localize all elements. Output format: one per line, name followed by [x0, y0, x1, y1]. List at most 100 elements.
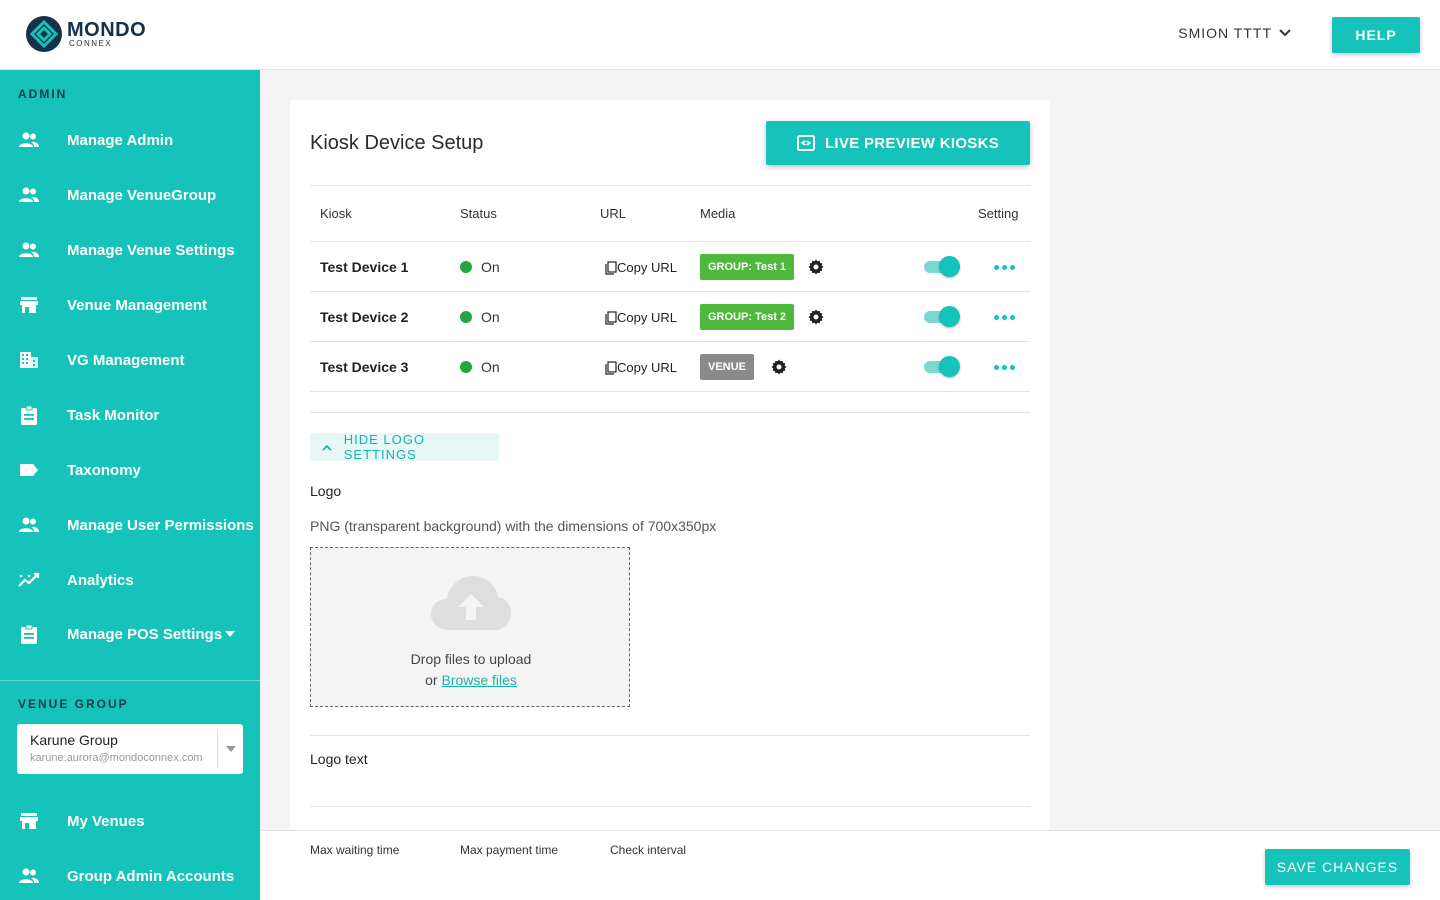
drop-files-text: Drop files to upload	[410, 651, 532, 667]
more-options-icon[interactable]	[994, 265, 1018, 270]
logo-label: Logo	[310, 483, 342, 499]
preview-eye-icon	[796, 135, 815, 151]
copy-url-link[interactable]: Copy URL	[605, 260, 677, 275]
people-icon	[18, 865, 40, 887]
media-badge[interactable]: GROUP: Test 2	[700, 304, 795, 330]
more-options-icon[interactable]	[994, 315, 1018, 320]
top-header: MONDO CONNEX SMION TTTT HELP	[0, 0, 1440, 70]
sidebar-item-analytics[interactable]: Analytics	[0, 560, 260, 600]
copy-icon	[605, 310, 617, 325]
col-header-setting: Setting	[978, 206, 1019, 221]
sidebar-item-vg-management[interactable]: VG Management	[0, 340, 260, 380]
media-badge[interactable]: GROUP: Test 1	[700, 254, 795, 280]
people-icon	[18, 129, 40, 151]
logo-dropzone[interactable]: Drop files to upload or Browse files	[310, 547, 630, 707]
table-row: Test Device 2 On Copy URL GROUP: Test 2	[310, 292, 1030, 342]
people-icon	[18, 514, 40, 536]
sidebar-item-label: Venue Management	[67, 296, 208, 314]
live-preview-kiosks-button[interactable]: LIVE PREVIEW KIOSKS	[766, 121, 1030, 165]
gear-icon[interactable]	[771, 359, 787, 375]
sidebar-item-manage-admin[interactable]: Manage Admin	[0, 120, 260, 160]
col-header-url: URL	[600, 206, 627, 221]
table-row: Test Device 3 On Copy URL VENUE	[310, 342, 1030, 392]
table-row: Test Device 1 On Copy URL GROUP: Test 1	[310, 242, 1030, 292]
device-status: On	[460, 309, 500, 325]
col-header-kiosk: Kiosk	[320, 206, 352, 221]
sidebar-item-label: VG Management	[67, 351, 185, 369]
select-separator	[217, 730, 218, 768]
hide-logo-settings-label: HIDE LOGO SETTINGS	[343, 432, 426, 462]
status-dot-icon	[460, 261, 472, 273]
copy-url-label: Copy URL	[617, 260, 677, 275]
sidebar-item-manage-user-permissions[interactable]: Manage User Permissions	[0, 505, 260, 545]
trending-icon	[18, 569, 40, 591]
toggle-knob	[939, 306, 960, 327]
toggle-knob	[939, 356, 960, 377]
copy-url-link[interactable]: Copy URL	[605, 310, 677, 325]
status-dot-icon	[460, 361, 472, 373]
sidebar-item-label: Manage VenueGroup	[67, 186, 217, 204]
live-preview-label: LIVE PREVIEW KIOSKS	[824, 134, 1000, 152]
sidebar-item-venue-management[interactable]: Venue Management	[0, 285, 260, 325]
mondo-logo-icon	[26, 16, 62, 52]
brand-text: MONDO CONNEX	[67, 20, 146, 48]
sidebar-item-taxonomy[interactable]: Taxonomy	[0, 450, 260, 490]
sidebar-item-label: My Venues	[67, 812, 145, 830]
save-changes-button[interactable]: SAVE CHANGES	[1265, 849, 1410, 885]
section-divider	[310, 735, 1030, 736]
browse-files-link[interactable]: Browse files	[441, 672, 516, 688]
device-enable-toggle[interactable]	[924, 306, 960, 328]
brand-name: MONDO	[67, 19, 147, 41]
venue-group-email: karune.aurora@mondoconnex.com	[30, 752, 203, 764]
sidebar-item-manage-venuegroup[interactable]: Manage VenueGroup	[0, 175, 260, 215]
device-enable-toggle[interactable]	[924, 256, 960, 278]
store-icon	[18, 810, 40, 832]
status-dot-icon	[460, 311, 472, 323]
sidebar-item-label: Task Monitor	[67, 406, 160, 424]
media-badge[interactable]: VENUE	[700, 354, 754, 380]
copy-url-link[interactable]: Copy URL	[605, 360, 677, 375]
copy-url-label: Copy URL	[617, 310, 677, 325]
table-top-divider	[310, 185, 1030, 186]
chevron-down-icon	[1279, 29, 1291, 37]
user-name: SMION TTTT	[1178, 25, 1272, 41]
venue-group-section-label: VENUE GROUP	[18, 697, 129, 711]
device-name: Test Device 1	[320, 259, 409, 275]
page-title: Kiosk Device Setup	[310, 132, 484, 154]
people-icon	[18, 184, 40, 206]
copy-url-label: Copy URL	[617, 360, 677, 375]
sidebar-item-group-admin-accounts[interactable]: Group Admin Accounts	[0, 856, 260, 896]
sidebar-item-label: Manage User Permissions	[67, 516, 254, 534]
clipboard-icon	[18, 404, 40, 426]
sidebar-item-manage-pos-settings[interactable]: Manage POS Settings	[0, 614, 260, 654]
hide-logo-settings-button[interactable]: HIDE LOGO SETTINGS	[310, 432, 499, 462]
caret-down-icon	[225, 631, 235, 637]
people-icon	[18, 239, 40, 261]
brand-logo[interactable]: MONDO CONNEX	[25, 15, 146, 53]
kiosk-setup-card: Kiosk Device Setup LIVE PREVIEW KIOSKS K…	[290, 100, 1050, 840]
logo-text-label: Logo text	[310, 751, 368, 767]
gear-icon[interactable]	[808, 309, 824, 325]
status-text: On	[481, 359, 500, 375]
toggle-knob	[939, 256, 960, 277]
venue-group-name: Karune Group	[30, 732, 118, 748]
device-status: On	[460, 359, 500, 375]
row-divider	[310, 391, 1030, 392]
store-icon	[18, 294, 40, 316]
section-divider	[310, 412, 1030, 413]
gear-icon[interactable]	[808, 259, 824, 275]
help-button[interactable]: HELP	[1332, 17, 1420, 53]
device-enable-toggle[interactable]	[924, 356, 960, 378]
venue-group-select[interactable]: Karune Group karune.aurora@mondoconnex.c…	[17, 724, 243, 774]
status-text: On	[481, 259, 500, 275]
status-text: On	[481, 309, 500, 325]
building-icon	[18, 349, 40, 371]
sidebar-item-label: Manage Venue Settings	[67, 241, 235, 259]
device-name: Test Device 2	[320, 309, 409, 325]
section-divider	[310, 806, 1030, 807]
sidebar-item-my-venues[interactable]: My Venues	[0, 801, 260, 841]
more-options-icon[interactable]	[994, 365, 1018, 370]
sidebar-item-task-monitor[interactable]: Task Monitor	[0, 395, 260, 435]
user-menu[interactable]: SMION TTTT	[1178, 25, 1292, 41]
sidebar-item-manage-venue-settings[interactable]: Manage Venue Settings	[0, 230, 260, 270]
